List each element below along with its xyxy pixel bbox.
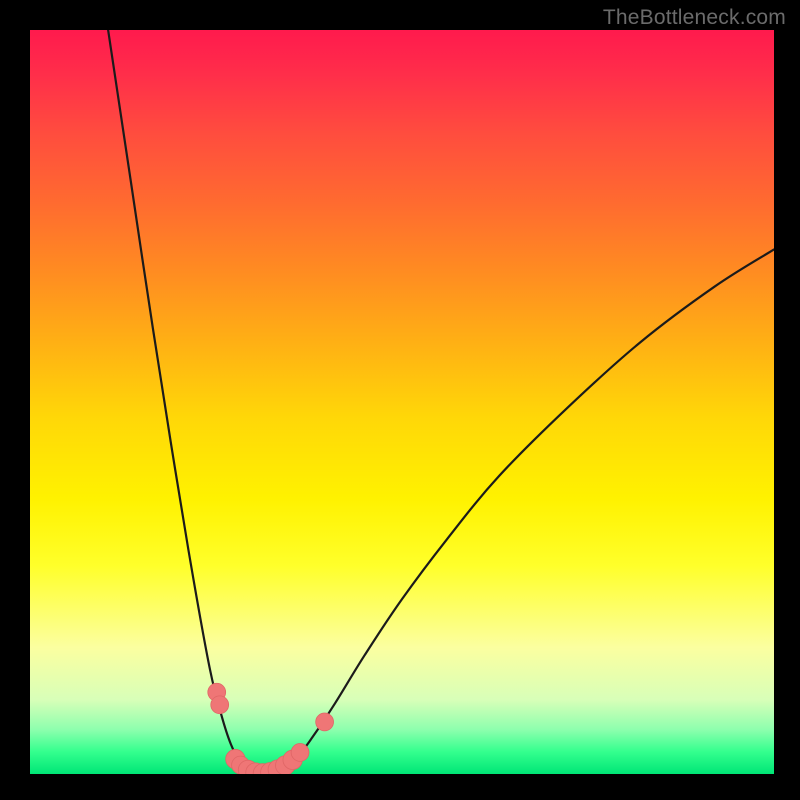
data-marker bbox=[211, 696, 229, 714]
chart-frame: TheBottleneck.com bbox=[0, 0, 800, 800]
curves-svg bbox=[30, 30, 774, 774]
curve-right-branch bbox=[261, 249, 774, 774]
plot-area bbox=[30, 30, 774, 774]
data-marker bbox=[291, 743, 309, 761]
data-marker bbox=[316, 713, 334, 731]
curve-left-branch bbox=[108, 30, 261, 774]
watermark-text: TheBottleneck.com bbox=[603, 6, 786, 30]
